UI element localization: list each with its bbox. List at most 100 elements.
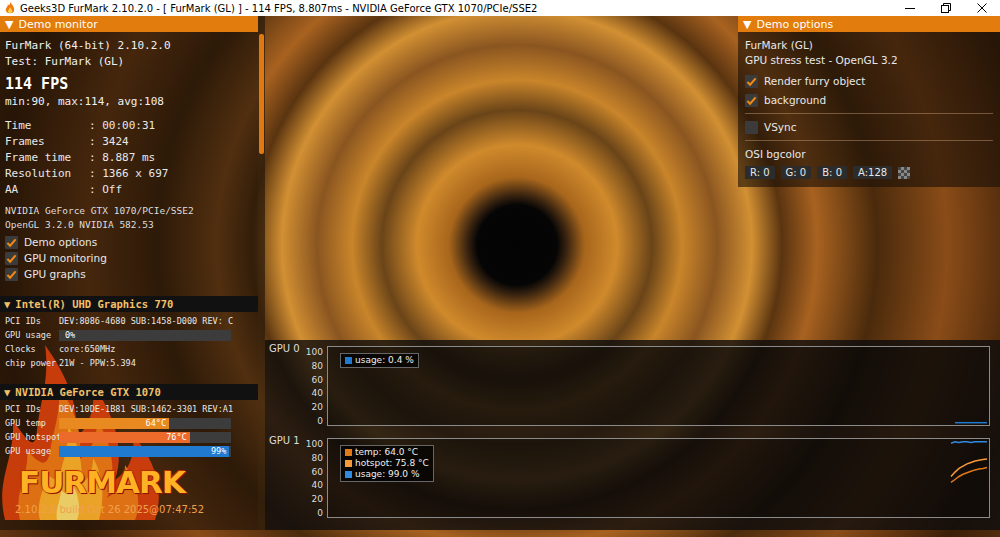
row-label: Clocks: [5, 344, 59, 354]
meter-reading: 0%: [65, 330, 75, 341]
window-title: Geeks3D FurMark 2.10.2.0 - [ FurMark (GL…: [20, 3, 892, 14]
gpu-row: GPU usage 0%: [5, 328, 253, 342]
graph-label: GPU 0: [269, 343, 307, 426]
graph-area: temp: 64.0 °Chotspot: 75.8 °Cusage: 99.0…: [327, 438, 990, 518]
legend-label: hotspot: 75.8 °C: [355, 458, 429, 469]
panel-title: Demo options: [756, 18, 833, 31]
checkbox-row[interactable]: background: [745, 92, 993, 108]
checkbox-row[interactable]: Demo options: [5, 234, 253, 250]
row-label: chip power: [5, 358, 59, 368]
checkbox[interactable]: [745, 94, 758, 107]
stat-label: Resolution: [5, 166, 89, 182]
option-group: VSync: [745, 114, 993, 140]
panel-header[interactable]: ▼ Demo options: [738, 16, 1000, 32]
meter-reading: 76°C: [166, 432, 189, 443]
gpu-header[interactable]: ▼ NVIDIA GeForce GTX 1070: [0, 384, 258, 400]
collapse-arrow[interactable]: ▼: [4, 386, 10, 398]
checkbox[interactable]: [5, 268, 18, 281]
bgcolor-fields: R: 0 G: 0 B: 0 A:128: [745, 166, 993, 179]
monitor-content: FurMark (64-bit) 2.10.2.0Test: FurMark (…: [5, 38, 253, 515]
scrollbar-thumb[interactable]: [259, 34, 264, 154]
color-field[interactable]: A:128: [853, 166, 892, 179]
restore-icon[interactable]: [928, 0, 964, 16]
collapse-arrow[interactable]: ▼: [4, 298, 10, 310]
checkbox-label[interactable]: VSync: [764, 121, 797, 133]
stat-label: Frame time: [5, 150, 89, 166]
checkbox-row[interactable]: GPU monitoring: [5, 250, 253, 266]
axis-tick: 20: [312, 495, 323, 504]
build-info: 2.10.2.0 build Oct 26 2025@07:47:52: [15, 504, 253, 515]
color-swatch[interactable]: [898, 167, 910, 179]
axis-tick: 60: [312, 376, 323, 385]
series-line: [951, 459, 987, 477]
fps-stats: min:90, max:114, avg:108: [5, 94, 253, 110]
checkbox-label[interactable]: Render furry object: [764, 75, 865, 87]
graph-area: usage: 0.4 %: [327, 346, 990, 426]
scrollbar[interactable]: [258, 16, 265, 530]
legend-item: usage: 99.0 %: [345, 469, 429, 480]
check-icon: [746, 95, 757, 106]
checkbox-row[interactable]: VSync: [745, 119, 993, 135]
stat-row: Frames: 3424: [5, 134, 253, 150]
stat-row: AA: Off: [5, 182, 253, 198]
graph-legend: temp: 64.0 °Chotspot: 75.8 °Cusage: 99.0…: [340, 445, 434, 482]
check-icon: [6, 253, 17, 264]
monitor-body: FurMark (64-bit) 2.10.2.0Test: FurMark (…: [0, 32, 258, 530]
demo-options-panel: ▼Demo optionsFurMark (GL)GPU stress test…: [738, 16, 1000, 187]
stat-row: Frame time: 8.887 ms: [5, 150, 253, 166]
close-icon[interactable]: [964, 0, 1000, 16]
row-label: GPU usage: [5, 446, 59, 456]
legend-label: usage: 0.4 %: [355, 355, 414, 366]
checkbox-label[interactable]: background: [764, 94, 826, 106]
collapse-arrow[interactable]: ▼: [5, 18, 13, 31]
gpu-row: GPU temp64°C: [5, 416, 253, 430]
gpu-graph: GPU 0100806040200usage: 0.4 %: [269, 346, 990, 426]
gpu-row: GPU hotspot 76°C: [5, 430, 253, 444]
color-field[interactable]: R: 0: [745, 166, 775, 179]
gpu-name: Intel(R) UHD Graphics 770: [15, 298, 173, 310]
separator: [745, 113, 993, 114]
legend-item: hotspot: 75.8 °C: [345, 458, 429, 469]
legend-swatch: [345, 357, 352, 364]
graph-plot: [328, 347, 989, 425]
panel-header[interactable]: ▼Demo monitor: [0, 16, 258, 32]
checkbox[interactable]: [5, 252, 18, 265]
color-field[interactable]: B: 0: [817, 166, 847, 179]
graph-axis: 100806040200: [307, 440, 327, 518]
checkbox[interactable]: [745, 121, 758, 134]
axis-tick: 40: [312, 481, 323, 490]
row-label: PCI IDs: [5, 316, 59, 326]
meter-track: 64°C: [59, 418, 231, 429]
renderer: NVIDIA GeForce GTX 1070/PCIe/SSE2: [5, 204, 253, 218]
app-version: FurMark (64-bit) 2.10.2.0: [5, 38, 253, 54]
meter-fill: [59, 446, 229, 457]
stat-label: AA: [5, 182, 89, 198]
monitor-toggles: Demo options GPU monitoring GPU graphs: [5, 234, 253, 282]
gpu-name: NVIDIA GeForce GTX 1070: [15, 386, 160, 398]
checkbox[interactable]: [745, 75, 758, 88]
title-bar: Geeks3D FurMark 2.10.2.0 - [ FurMark (GL…: [0, 0, 1000, 16]
series-line: [951, 442, 987, 444]
color-field[interactable]: G: 0: [781, 166, 812, 179]
row-label: GPU usage: [5, 330, 59, 340]
gpu-graphs-panel: GPU 0100806040200usage: 0.4 %GPU 1100806…: [265, 340, 1000, 530]
checkbox-row[interactable]: GPU graphs: [5, 266, 253, 282]
meter-track: 76°C: [59, 432, 231, 443]
collapse-arrow[interactable]: ▼: [743, 18, 751, 31]
graph-label: GPU 1: [269, 435, 307, 518]
stat-label: Time: [5, 118, 89, 134]
demo-name: FurMark (GL): [745, 38, 993, 53]
checkbox-label[interactable]: GPU monitoring: [24, 252, 107, 264]
checkbox-label[interactable]: Demo options: [24, 236, 97, 248]
fps-reading: 114 FPS: [5, 74, 253, 94]
opengl-version: OpenGL 3.2.0 NVIDIA 582.53: [5, 218, 253, 232]
checkbox-row[interactable]: Render furry object: [745, 73, 993, 89]
minimize-icon[interactable]: [892, 0, 928, 16]
axis-tick: 0: [317, 417, 323, 426]
row-label: GPU hotspot: [5, 432, 59, 442]
checkbox-label[interactable]: GPU graphs: [24, 268, 86, 280]
legend-swatch: [345, 449, 352, 456]
demo-monitor-panel: ▼Demo monitor FurMark (64-bit) 2.10.2.0Te…: [0, 16, 265, 530]
checkbox[interactable]: [5, 236, 18, 249]
gpu-header[interactable]: ▼ Intel(R) UHD Graphics 770: [0, 296, 258, 312]
